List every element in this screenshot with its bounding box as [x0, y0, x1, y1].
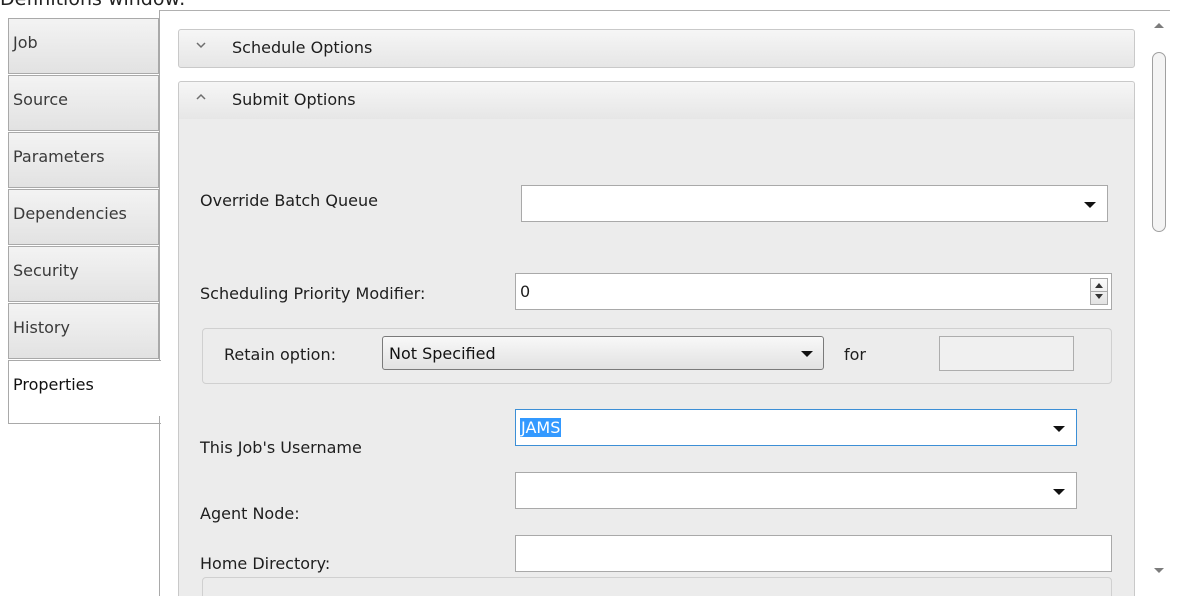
tab-security[interactable]: Security [8, 246, 159, 302]
tab-history[interactable]: History [8, 303, 159, 359]
spin-up-icon[interactable] [1095, 283, 1103, 288]
spinner-icon[interactable] [1090, 278, 1108, 305]
chevron-down-icon [196, 42, 206, 49]
retain-option-dropdown[interactable]: Not Specified [382, 336, 824, 370]
tab-label: Dependencies [13, 204, 127, 223]
field-value: JAMS [520, 418, 562, 437]
selected-text: JAMS [520, 418, 562, 437]
scrollbar-thumb[interactable] [1152, 52, 1166, 232]
home-directory-label: Home Directory: [200, 554, 331, 573]
tab-source[interactable]: Source [8, 75, 159, 131]
override-batch-queue-label: Override Batch Queue [200, 191, 378, 210]
scroll-down-icon[interactable] [1154, 568, 1164, 573]
dropdown-arrow-icon[interactable] [1053, 489, 1065, 495]
tab-properties[interactable]: Properties [8, 360, 161, 424]
agent-node-label: Agent Node: [200, 504, 300, 523]
scroll-up-icon[interactable] [1154, 23, 1164, 28]
group-title: Schedule Options [232, 38, 373, 57]
tab-divider [159, 416, 160, 596]
window-caption: Definitions window: [0, 0, 185, 10]
properties-content: Schedule Options Submit Options Override… [161, 11, 1141, 596]
retain-for-label: for [844, 345, 866, 364]
vertical-scrollbar[interactable] [1149, 18, 1170, 590]
tab-divider-upper [159, 10, 160, 360]
definitions-window: Job Source Parameters Dependencies Secur… [8, 10, 1170, 596]
dropdown-arrow-icon[interactable] [1053, 426, 1065, 432]
spin-divider [1091, 291, 1107, 292]
tab-dependencies[interactable]: Dependencies [8, 189, 159, 245]
username-dropdown[interactable]: JAMS [515, 409, 1077, 446]
tab-label: Job [13, 33, 38, 52]
spin-down-icon[interactable] [1095, 294, 1103, 299]
tab-label: Parameters [13, 147, 105, 166]
retain-for-input[interactable] [939, 336, 1074, 371]
retain-option-label: Retain option: [224, 345, 336, 364]
submit-options-header[interactable]: Submit Options [178, 81, 1135, 120]
tab-label: Properties [13, 375, 94, 394]
override-batch-queue-dropdown[interactable] [521, 185, 1108, 222]
scheduling-priority-label: Scheduling Priority Modifier: [200, 284, 426, 303]
tab-label: Source [13, 90, 68, 109]
group-title: Submit Options [232, 90, 356, 109]
dropdown-arrow-icon[interactable] [1084, 202, 1096, 208]
tab-label: History [13, 318, 70, 337]
dropdown-arrow-icon[interactable] [801, 351, 813, 357]
tab-job[interactable]: Job [8, 18, 159, 74]
next-group-box [202, 577, 1112, 596]
agent-node-dropdown[interactable] [515, 472, 1077, 509]
tab-parameters[interactable]: Parameters [8, 132, 159, 188]
chevron-up-icon [196, 93, 206, 100]
field-value: 0 [520, 282, 531, 301]
username-label: This Job's Username [200, 438, 362, 457]
schedule-options-header[interactable]: Schedule Options [178, 29, 1135, 68]
home-directory-input[interactable] [515, 535, 1112, 572]
field-value: Not Specified [389, 344, 496, 363]
tab-label: Security [13, 261, 79, 280]
scheduling-priority-spinner[interactable]: 0 [515, 273, 1112, 310]
